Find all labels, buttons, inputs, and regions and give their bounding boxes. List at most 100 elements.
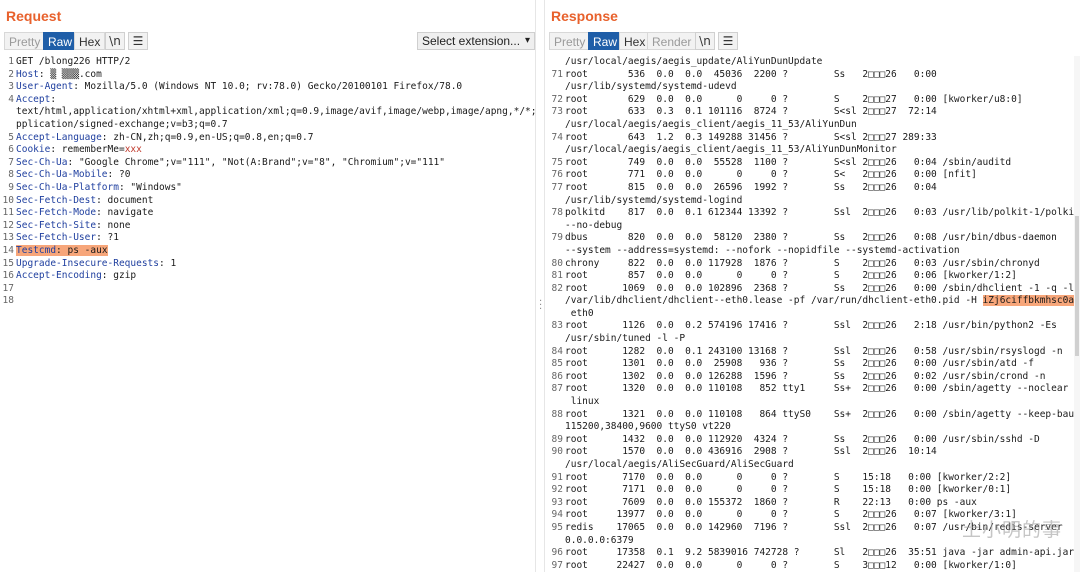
response-text: root 1282 0.0 0.1 243100 13168 ? Ssl 2□□… — [565, 345, 1063, 357]
hamburger-icon[interactable]: ☰ — [718, 32, 738, 50]
line-number: 82 — [551, 282, 563, 294]
response-line: 93 root 7609 0.0 0.0 155372 1860 ? R 22:1… — [545, 497, 1080, 510]
response-text: root 1069 0.0 0.0 102896 2368 ? Ss 2□□□2… — [565, 282, 1080, 294]
response-line: linux — [545, 396, 1080, 409]
tab-raw[interactable]: Raw — [588, 32, 623, 50]
line-number: 71 — [551, 68, 563, 80]
header-value: "Windows" — [130, 181, 182, 193]
header-value: pplication/signed-exchange;v=b3;q=0.7 — [16, 118, 228, 130]
request-editor[interactable]: 1 GET /blong226 HTTP/2 2 Host: ▒ ▒▒▒.com 3 Us… — [0, 56, 535, 308]
response-line: 72 root 629 0.0 0.0 0 0 ? S 2□□□27 0:00 [… — [545, 94, 1080, 107]
response-text: eth0 — [565, 307, 594, 319]
header-name: Host — [16, 68, 39, 80]
response-text: root 643 1.2 0.3 149288 31456 ? S<sl 2□□… — [565, 131, 937, 143]
response-viewer[interactable]: /usr/local/aegis/aegis_update/AliYunDunU… — [545, 56, 1080, 572]
newline-toggle-button[interactable]: \n — [695, 32, 715, 50]
line-number: 18 — [2, 295, 14, 307]
line-number: 81 — [551, 270, 563, 282]
line-number: 12 — [2, 219, 14, 231]
request-line: 15 Upgrade-Insecure-Requests: 1 — [0, 258, 535, 271]
header-value: "Google Chrome";v="111", "Not(A:Brand";v… — [78, 156, 445, 168]
response-line: 75 root 749 0.0 0.0 55528 1100 ? S<sl 2□□… — [545, 157, 1080, 170]
tab-pretty[interactable]: Pretty — [4, 32, 46, 50]
response-line: /usr/sbin/tuned -l -P — [545, 333, 1080, 346]
tab-render[interactable]: Render — [647, 32, 697, 50]
scrollbar-thumb[interactable] — [1075, 216, 1079, 356]
response-text: root 1432 0.0 0.0 112920 4324 ? Ss 2□□□2… — [565, 433, 1040, 445]
header-separator: : — [67, 156, 79, 168]
line-number: 85 — [551, 358, 563, 370]
header-name: Testcmd — [16, 244, 57, 256]
response-text: root 536 0.0 0.0 45036 2200 ? Ss 2□□□26 … — [565, 68, 937, 80]
tab-pretty[interactable]: Pretty — [549, 32, 591, 50]
line-number: 5 — [8, 131, 14, 143]
request-line: 4 Accept: — [0, 94, 535, 107]
response-text: dbus 820 0.0 0.0 58120 2380 ? Ss 2□□□26 … — [565, 232, 1057, 244]
response-line: 77 root 815 0.0 0.0 26596 1992 ? Ss 2□□□2… — [545, 182, 1080, 195]
request-line: 10 Sec-Fetch-Dest: document — [0, 195, 535, 208]
response-line: 74 root 643 1.2 0.3 149288 31456 ? S<sl 2… — [545, 132, 1080, 145]
tab-raw[interactable]: Raw — [43, 32, 78, 50]
header-value: GET /blong226 HTTP/2 — [16, 56, 131, 67]
response-line: 83 root 1126 0.0 0.2 574196 17416 ? Ssl 2… — [545, 320, 1080, 333]
header-separator: : — [96, 194, 108, 206]
response-text: /usr/lib/systemd/systemd-logind — [565, 194, 743, 206]
response-line: 87 root 1320 0.0 0.0 110108 852 tty1 Ss+ … — [545, 383, 1080, 396]
header-name: Upgrade-Insecure-Requests — [16, 257, 159, 269]
header-separator: : — [73, 81, 85, 93]
cookie-value: xxx — [124, 144, 142, 156]
header-separator: : — [38, 68, 51, 80]
line-number: 14 — [2, 244, 14, 256]
header-value: none — [107, 219, 131, 231]
request-line: text/html,application/xhtml+xml,applicat… — [0, 106, 535, 119]
response-text: root 7609 0.0 0.0 155372 1860 ? R 22:13 … — [565, 496, 977, 508]
response-line: 81 root 857 0.0 0.0 0 0 ? S 2□□□26 0:06 [… — [545, 270, 1080, 283]
line-number: 8 — [8, 169, 14, 181]
select-extension-dropdown[interactable]: Select extension... ▾ — [417, 32, 535, 50]
line-number: 95 — [551, 521, 563, 533]
response-text: root 857 0.0 0.0 0 0 ? S 2□□□26 0:06 [kw… — [565, 270, 1017, 282]
header-name: User-Agent — [16, 81, 74, 93]
header-separator: : — [96, 219, 108, 231]
scrollbar[interactable] — [1074, 56, 1080, 572]
response-line: 78 polkitd 817 0.0 0.1 612344 13392 ? Ssl… — [545, 207, 1080, 220]
line-number: 1 — [8, 56, 14, 67]
header-value: 1 — [170, 257, 177, 269]
newline-toggle-button[interactable]: \n — [105, 32, 125, 50]
response-line: /usr/local/aegis/aegis_update/AliYunDunU… — [545, 56, 1080, 69]
line-number: 74 — [551, 131, 563, 143]
response-text: root 7171 0.0 0.0 0 0 ? S 15:18 0:00 [kw… — [565, 484, 1012, 496]
header-separator: : — [96, 232, 108, 244]
request-line: 16 Accept-Encoding: gzip — [0, 270, 535, 283]
line-number: 73 — [551, 106, 563, 118]
header-separator: : — [107, 169, 119, 181]
line-number: 2 — [8, 68, 14, 80]
line-number: 80 — [551, 257, 563, 269]
header-value: ?1 — [107, 232, 119, 244]
tab-hex[interactable]: Hex — [619, 32, 651, 50]
line-number: 87 — [551, 383, 563, 395]
header-value: document — [107, 194, 154, 206]
hamburger-icon[interactable]: ☰ — [128, 32, 148, 50]
pane-divider[interactable]: · · · — [535, 0, 545, 572]
header-value: rememberMe= — [61, 144, 125, 156]
line-number: 86 — [551, 370, 563, 382]
hostname-highlight: iZj6ciffbkmhsc0aa8q4g7Z — [982, 295, 1080, 307]
header-name: Sec-Fetch-Dest — [16, 194, 97, 206]
header-name: Sec-Ch-Ua-Platform — [16, 181, 119, 193]
response-text: /usr/local/aegis/aegis_client/aegis_11_5… — [565, 144, 897, 156]
response-text: root 1301 0.0 0.0 25908 936 ? Ss 2□□□26 … — [565, 358, 1034, 370]
response-text: root 7170 0.0 0.0 0 0 ? S 15:18 0:00 [kw… — [565, 471, 1012, 483]
response-pane: Response Pretty Raw Hex Render \n ☰ /usr… — [545, 0, 1080, 572]
header-value: zh-CN,zh;q=0.9,en-US;q=0.8,en;q=0.7 — [113, 131, 314, 143]
line-number: 90 — [551, 446, 563, 458]
response-text: root 633 0.3 0.1 101116 8724 ? S<sl 2□□□… — [565, 106, 937, 118]
tab-hex[interactable]: Hex — [74, 32, 106, 50]
header-name: Accept — [16, 93, 51, 105]
response-line: 80 chrony 822 0.0 0.0 117928 1876 ? S 2□□… — [545, 258, 1080, 271]
line-number: 93 — [551, 496, 563, 508]
response-text: /var/lib/dhclient/dhclient--eth0.lease -… — [565, 295, 983, 307]
line-number: 92 — [551, 484, 563, 496]
watermark-text: 土小明的事 — [961, 519, 1062, 541]
header-value: ps -aux — [67, 244, 108, 256]
